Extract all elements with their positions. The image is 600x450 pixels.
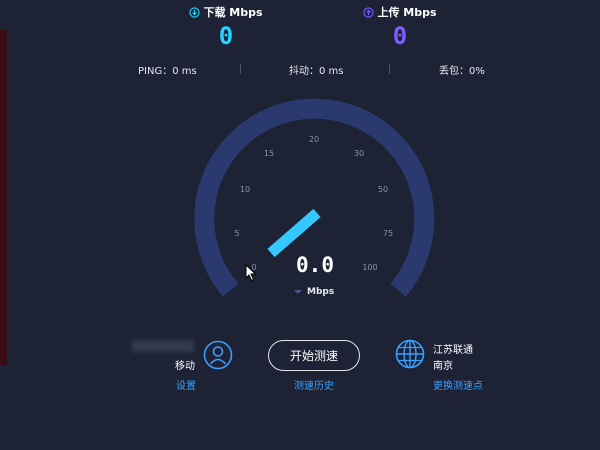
change-server-link[interactable]: 更换测速点 <box>433 377 483 392</box>
gauge-tick: 5 <box>234 229 239 238</box>
caret-down-icon <box>294 290 302 294</box>
server-name: 江苏联通 <box>433 345 473 356</box>
settings-link[interactable]: 设置 <box>176 377 196 392</box>
test-history-link[interactable]: 测速历史 <box>294 377 334 392</box>
globe-icon[interactable] <box>395 339 425 369</box>
gauge-tick: 100 <box>362 263 377 272</box>
start-test-button[interactable]: 开始测速 <box>268 340 360 371</box>
gauge-tick: 75 <box>383 229 393 238</box>
mouse-pointer-icon <box>245 264 257 282</box>
user-icon[interactable] <box>203 340 233 370</box>
gauge-needle <box>267 208 321 258</box>
current-speed: 0.0 <box>296 253 334 277</box>
speed-unit: Mbps <box>294 287 334 297</box>
gauge-tick: 10 <box>240 185 250 194</box>
server-city: 南京 <box>433 361 453 372</box>
blurred-ip-address <box>132 340 194 352</box>
gauge-tick: 15 <box>264 149 274 158</box>
gauge-tick: 50 <box>378 185 388 194</box>
gauge-tick: 20 <box>309 135 319 144</box>
gauge-tick: 30 <box>354 149 364 158</box>
isp-name: 移动 <box>175 361 195 372</box>
speed-unit-label: Mbps <box>307 287 335 297</box>
